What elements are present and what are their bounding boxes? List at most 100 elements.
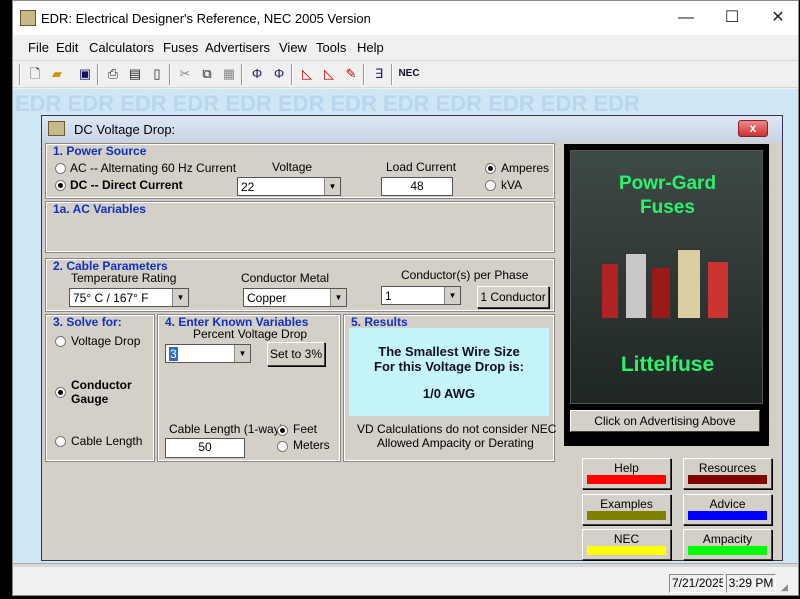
temperature-value: 75° C / 167° F bbox=[73, 291, 149, 305]
voltage-label: Voltage bbox=[272, 160, 313, 174]
status-time: 3:29 PM bbox=[726, 574, 776, 593]
dc-radio[interactable] bbox=[55, 180, 66, 191]
kva-radio[interactable] bbox=[485, 180, 496, 191]
cut-icon[interactable]: ✂ bbox=[175, 65, 195, 83]
load-current-label: Load Current bbox=[386, 160, 457, 174]
chevron-down-icon[interactable]: ▼ bbox=[234, 345, 250, 362]
chevron-down-icon[interactable]: ▼ bbox=[172, 289, 188, 306]
section-title: 5. Results bbox=[351, 315, 408, 329]
solve-cable-length-radio[interactable] bbox=[55, 436, 66, 447]
solve-conductor-label: Conductor bbox=[71, 378, 132, 392]
amperes-radio[interactable] bbox=[485, 163, 496, 174]
voltage-drop-icon[interactable]: ◺ bbox=[297, 65, 317, 83]
chevron-down-icon[interactable]: ▼ bbox=[444, 287, 460, 304]
advertisement-image[interactable]: Powr-Gard Fuses Littelfuse bbox=[570, 150, 763, 404]
advertisement-panel[interactable]: Powr-Gard Fuses Littelfuse Click on Adve… bbox=[564, 144, 769, 446]
copy-icon[interactable]: ⧉ bbox=[197, 65, 217, 83]
feet-radio[interactable] bbox=[277, 425, 288, 436]
nec-button[interactable]: NEC bbox=[395, 65, 423, 83]
color-bar bbox=[688, 475, 767, 484]
per-phase-label: Conductor(s) per Phase bbox=[401, 268, 529, 282]
section-title: 1a. AC Variables bbox=[53, 202, 146, 216]
voltage-value: 22 bbox=[241, 180, 255, 194]
known-variables-section: 4. Enter Known Variables Percent Voltage… bbox=[157, 314, 341, 462]
ad-brand-line-1: Powr-Gard bbox=[618, 173, 717, 194]
fuse-alt-icon[interactable]: Φ bbox=[269, 65, 289, 83]
examples-button[interactable]: Examples bbox=[582, 494, 671, 525]
voltage-drop-alt-icon[interactable]: ◺ bbox=[319, 65, 339, 83]
ac-radio[interactable] bbox=[55, 163, 66, 174]
menu-file[interactable]: File bbox=[28, 40, 49, 55]
page-setup-icon[interactable]: ▯ bbox=[147, 65, 167, 83]
toolbar-separator bbox=[363, 64, 365, 85]
color-bar bbox=[688, 511, 767, 520]
results-section: 5. Results The Smallest Wire Size For th… bbox=[343, 314, 557, 462]
maximize-button[interactable]: ☐ bbox=[709, 1, 755, 35]
pencil-chart-icon[interactable]: ✎ bbox=[341, 65, 361, 83]
amperes-label: Amperes bbox=[501, 161, 550, 175]
menu-advertisers[interactable]: Advertisers bbox=[205, 40, 270, 55]
status-date: 7/21/2025 bbox=[669, 574, 724, 593]
solve-gauge-label: Gauge bbox=[71, 392, 109, 406]
solve-conductor-gauge-radio[interactable] bbox=[55, 387, 66, 398]
print-icon[interactable]: ⎙ bbox=[103, 65, 123, 83]
formula-icon[interactable]: ∃ bbox=[369, 65, 389, 83]
dialog-icon bbox=[48, 121, 65, 136]
cable-parameters-section: 2. Cable Parameters Temperature Rating 7… bbox=[45, 258, 555, 312]
conductor-metal-combo[interactable]: Copper ▼ bbox=[243, 288, 347, 307]
cable-length-input[interactable]: 50 bbox=[165, 438, 245, 458]
advice-button[interactable]: Advice bbox=[683, 494, 772, 525]
close-button[interactable]: ✕ bbox=[755, 1, 798, 35]
solve-voltage-drop-radio[interactable] bbox=[55, 336, 66, 347]
save-icon[interactable]: ▣ bbox=[75, 65, 95, 83]
conductor-count-button[interactable]: 1 Conductor bbox=[477, 286, 549, 308]
menu-edit[interactable]: Edit bbox=[56, 40, 78, 55]
help-button[interactable]: Help bbox=[582, 458, 671, 489]
status-bar: 7/21/2025 3:29 PM ◢ bbox=[13, 567, 798, 595]
percent-drop-value: 3 bbox=[169, 347, 178, 361]
paste-icon[interactable]: ▦ bbox=[219, 65, 239, 83]
per-phase-value: 1 bbox=[385, 289, 392, 303]
fuse-icon[interactable]: Φ bbox=[247, 65, 267, 83]
ampacity-button[interactable]: Ampacity bbox=[683, 529, 772, 560]
result-value: 1/0 AWG bbox=[422, 386, 476, 401]
load-current-input[interactable]: 48 bbox=[381, 177, 453, 196]
menu-help[interactable]: Help bbox=[357, 40, 384, 55]
per-phase-combo[interactable]: 1 ▼ bbox=[381, 286, 461, 305]
kva-label: kVA bbox=[501, 178, 523, 192]
ac-variables-section: 1a. AC Variables bbox=[45, 201, 555, 253]
nec-side-button[interactable]: NEC bbox=[582, 529, 671, 560]
results-note-2: Allowed Ampacity or Derating bbox=[377, 436, 534, 450]
voltage-combo[interactable]: 22 ▼ bbox=[237, 177, 341, 196]
menu-tools[interactable]: Tools bbox=[316, 40, 346, 55]
open-folder-icon[interactable]: ▰ bbox=[47, 65, 67, 83]
chevron-down-icon[interactable]: ▼ bbox=[330, 289, 346, 306]
solve-voltage-drop-label: Voltage Drop bbox=[71, 334, 141, 348]
toolbar-separator bbox=[291, 64, 293, 85]
percent-drop-combo[interactable]: 3 ▼ bbox=[165, 344, 251, 363]
advertising-button[interactable]: Click on Advertising Above bbox=[570, 410, 760, 432]
dialog-close-button[interactable]: x bbox=[738, 120, 768, 137]
conductor-metal-value: Copper bbox=[247, 291, 287, 305]
section-title: 1. Power Source bbox=[53, 144, 147, 158]
minimize-button[interactable]: — bbox=[663, 1, 709, 35]
meters-radio[interactable] bbox=[277, 441, 288, 452]
result-panel: The Smallest Wire Size For this Voltage … bbox=[349, 328, 549, 416]
menu-calculators[interactable]: Calculators bbox=[89, 40, 154, 55]
print-preview-icon[interactable]: ▤ bbox=[125, 65, 145, 83]
results-note-1: VD Calculations do not consider NEC bbox=[357, 422, 557, 436]
resources-button[interactable]: Resources bbox=[683, 458, 772, 489]
window-title: EDR: Electrical Designer's Reference, NE… bbox=[41, 11, 371, 26]
menu-view[interactable]: View bbox=[279, 40, 307, 55]
chevron-down-icon[interactable]: ▼ bbox=[324, 178, 340, 195]
resize-grip-icon[interactable]: ◢ bbox=[781, 581, 793, 593]
dialog-title: DC Voltage Drop: bbox=[74, 122, 176, 137]
temperature-label: Temperature Rating bbox=[71, 271, 177, 285]
new-file-icon[interactable]: 🗋 bbox=[25, 65, 45, 83]
set-to-3-percent-button[interactable]: Set to 3% bbox=[267, 342, 325, 366]
percent-drop-label: Percent Voltage Drop bbox=[193, 327, 308, 341]
app-icon bbox=[20, 10, 36, 26]
temperature-combo[interactable]: 75° C / 167° F ▼ bbox=[69, 288, 189, 307]
color-bar bbox=[587, 511, 666, 520]
menu-fuses[interactable]: Fuses bbox=[163, 40, 198, 55]
